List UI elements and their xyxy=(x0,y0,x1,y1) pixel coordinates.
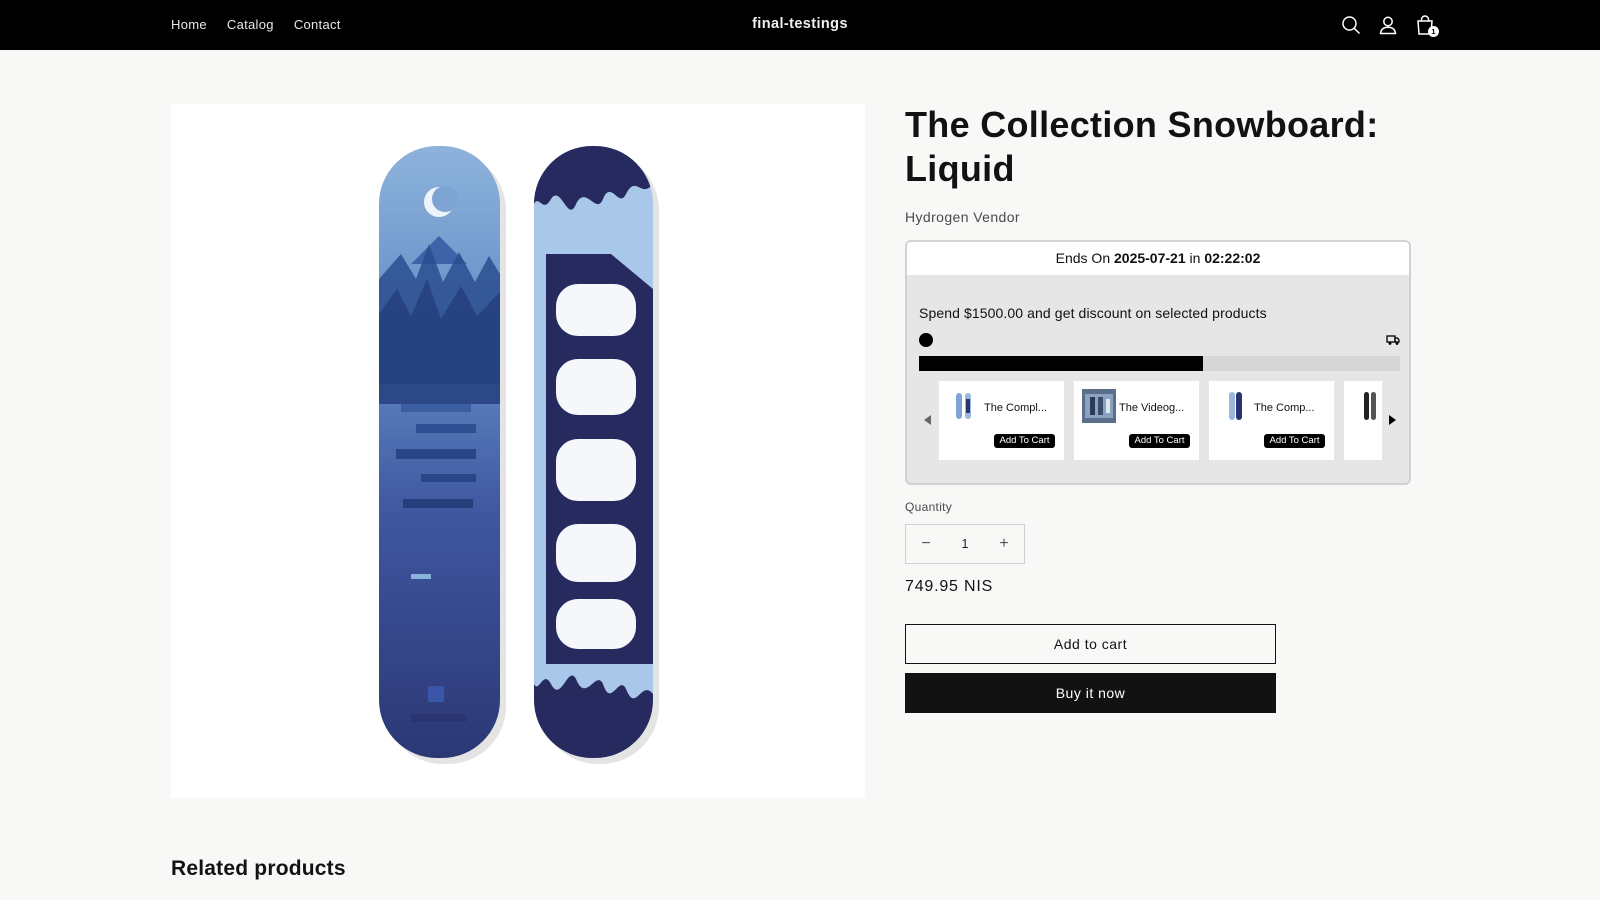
carousel-add-to-cart-button[interactable]: Add To Cart xyxy=(1264,434,1325,448)
carousel-add-to-cart-button[interactable]: Add To Cart xyxy=(994,434,1055,448)
quantity-label: Quantity xyxy=(905,500,953,514)
cart-count-badge: 1 xyxy=(1428,26,1439,37)
carousel-card: The Comp... Add To Cart xyxy=(1209,381,1334,460)
carousel-prev-arrow[interactable] xyxy=(921,413,933,427)
discount-progress-bar xyxy=(919,356,1400,371)
truck-icon xyxy=(1386,333,1400,345)
search-icon[interactable] xyxy=(1339,13,1363,37)
left-board xyxy=(379,146,500,758)
carousel-product-name[interactable]: The Comp... xyxy=(1254,402,1315,414)
buy-now-button[interactable]: Buy it now xyxy=(905,673,1276,713)
account-icon[interactable] xyxy=(1376,13,1400,37)
carousel-add-to-cart-button[interactable]: Add To Cart xyxy=(1129,434,1190,448)
right-board xyxy=(534,146,653,758)
product-thumbnail xyxy=(947,389,981,423)
product-carousel: The Compl... Add To Cart The Videog... A… xyxy=(939,381,1382,461)
store-logo[interactable]: final-testings xyxy=(752,16,848,32)
carousel-card: The Compl... Add To Cart xyxy=(939,381,1064,460)
quantity-decrease-button[interactable]: − xyxy=(906,525,946,563)
carousel-card xyxy=(1344,381,1382,460)
related-products-heading: Related products xyxy=(171,857,346,880)
countdown-in: in xyxy=(1189,250,1201,266)
quantity-input[interactable]: 1 xyxy=(946,525,984,563)
countdown-date: 2025-07-21 xyxy=(1114,250,1186,266)
product-thumbnail xyxy=(1082,389,1116,423)
carousel-product-name[interactable]: The Videog... xyxy=(1119,402,1184,414)
carousel-product-name[interactable]: The Compl... xyxy=(984,402,1047,414)
site-header: Home Catalog Contact final-testings 1 xyxy=(0,0,1600,50)
main-nav: Home Catalog Contact xyxy=(171,17,341,32)
quantity-increase-button[interactable]: + xyxy=(984,525,1024,563)
progress-fill xyxy=(919,356,1203,371)
product-vendor: Hydrogen Vendor xyxy=(905,209,1020,225)
countdown-time: 02:22:02 xyxy=(1204,250,1261,266)
carousel-next-arrow[interactable] xyxy=(1387,413,1399,427)
progress-start-dot xyxy=(919,333,933,347)
product-title: The Collection Snowboard: Liquid xyxy=(905,104,1379,189)
cart-icon[interactable]: 1 xyxy=(1413,13,1439,37)
product-thumbnail xyxy=(1217,389,1251,423)
countdown-banner: Ends On 2025-07-21 in 02:22:02 xyxy=(907,242,1409,275)
nav-home[interactable]: Home xyxy=(171,17,207,32)
add-to-cart-button[interactable]: Add to cart xyxy=(905,624,1276,664)
spend-message: Spend $1500.00 and get discount on selec… xyxy=(919,305,1267,321)
product-thumbnail xyxy=(1352,389,1382,423)
product-image[interactable] xyxy=(171,104,865,798)
quantity-stepper: − 1 + xyxy=(905,524,1025,564)
nav-contact[interactable]: Contact xyxy=(294,17,341,32)
discount-widget: Ends On 2025-07-21 in 02:22:02 Spend $15… xyxy=(905,240,1411,485)
countdown-prefix: Ends On xyxy=(1055,250,1111,266)
carousel-card: The Videog... Add To Cart xyxy=(1074,381,1199,460)
snowboard-illustration xyxy=(379,146,659,764)
nav-catalog[interactable]: Catalog xyxy=(227,17,274,32)
product-price: 749.95 NIS xyxy=(905,578,994,595)
